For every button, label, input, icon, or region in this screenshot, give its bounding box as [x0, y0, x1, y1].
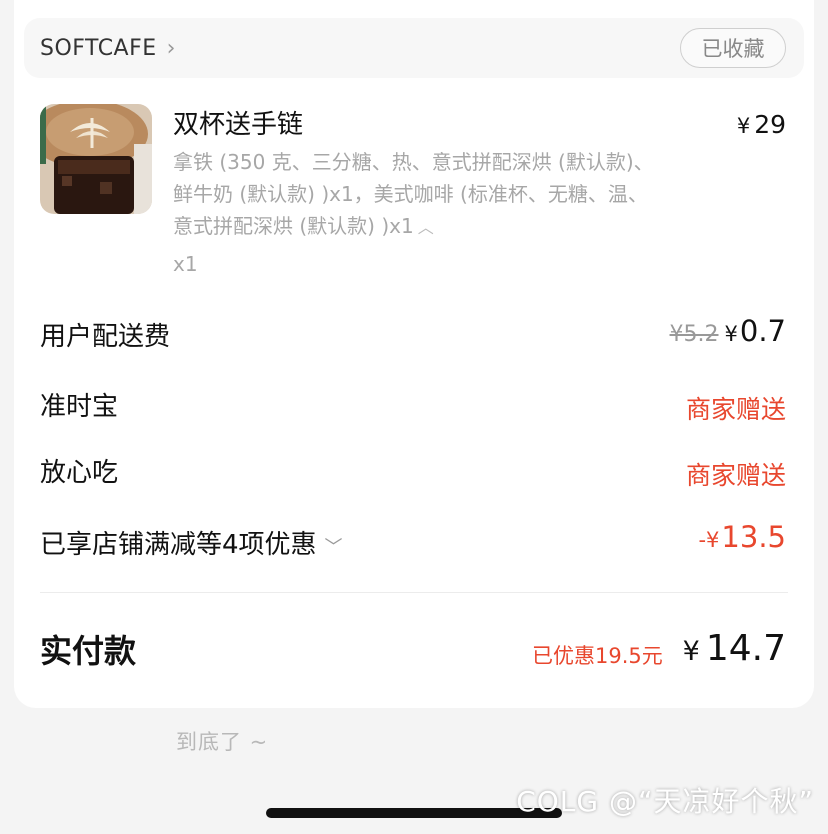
delivery-fee-amount: 0.7	[739, 314, 786, 348]
safe-eat-value: 商家赠送	[685, 461, 786, 490]
chevron-up-icon[interactable]: ︿	[418, 218, 434, 237]
discount-value: -¥13.5	[698, 520, 786, 554]
product-thumbnail[interactable]	[40, 104, 152, 214]
divider	[40, 592, 788, 593]
favorite-button[interactable]: 已收藏	[680, 28, 786, 68]
delivery-fee-original: ¥5.2	[669, 322, 719, 347]
discount-label: 已享店铺满减等4项优惠	[40, 530, 317, 560]
item-desc-line: 拿铁 (350 克、三分糖、热、意式拼配深烘 (默认款)、	[173, 150, 654, 174]
item-desc-line: 鲜牛奶 (默认款) )x1，美式咖啡 (标准杯、无糖、温、	[173, 182, 648, 206]
ontime-value: 商家赠送	[685, 395, 786, 424]
item-price: ¥29	[737, 110, 786, 139]
discount-amount: 13.5	[721, 520, 786, 554]
discount-symbol: -¥	[698, 528, 720, 552]
item-price-value: 29	[754, 110, 786, 139]
total-label: 实付款	[40, 632, 137, 670]
delivery-fee-label: 用户配送费	[40, 322, 171, 352]
delivery-fee-symbol: ¥	[724, 322, 738, 346]
chevron-right-icon: ›	[166, 36, 176, 61]
total-value: ¥14.7	[683, 628, 786, 669]
end-of-list-text: 到底了 ~	[176, 730, 269, 754]
total-saved: 已优惠19.5元	[532, 644, 663, 668]
coffee-image	[40, 104, 152, 214]
total-symbol: ¥	[682, 636, 700, 667]
chevron-down-icon: ﹀	[324, 537, 343, 558]
item-quantity: x1	[173, 252, 198, 276]
safe-eat-label: 放心吃	[40, 458, 119, 488]
total-amount: 14.7	[705, 628, 786, 669]
store-name: SOFTCAFE	[40, 36, 157, 61]
item-description[interactable]: 拿铁 (350 克、三分糖、热、意式拼配深烘 (默认款)、 鲜牛奶 (默认款) …	[173, 146, 743, 244]
delivery-fee-value: ¥5.2 ¥0.7	[670, 314, 786, 348]
store-name-link[interactable]: SOFTCAFE ›	[40, 36, 176, 61]
watermark: COLG @“天凉好个秋”	[516, 785, 814, 818]
item-title: 双杯送手链	[173, 110, 304, 140]
item-desc-line: 意式拼配深烘 (默认款) )x1	[173, 214, 414, 238]
discount-row[interactable]: 已享店铺满减等4项优惠 ﹀	[40, 524, 343, 561]
item-price-symbol: ¥	[736, 114, 751, 138]
ontime-label: 准时宝	[40, 392, 119, 422]
